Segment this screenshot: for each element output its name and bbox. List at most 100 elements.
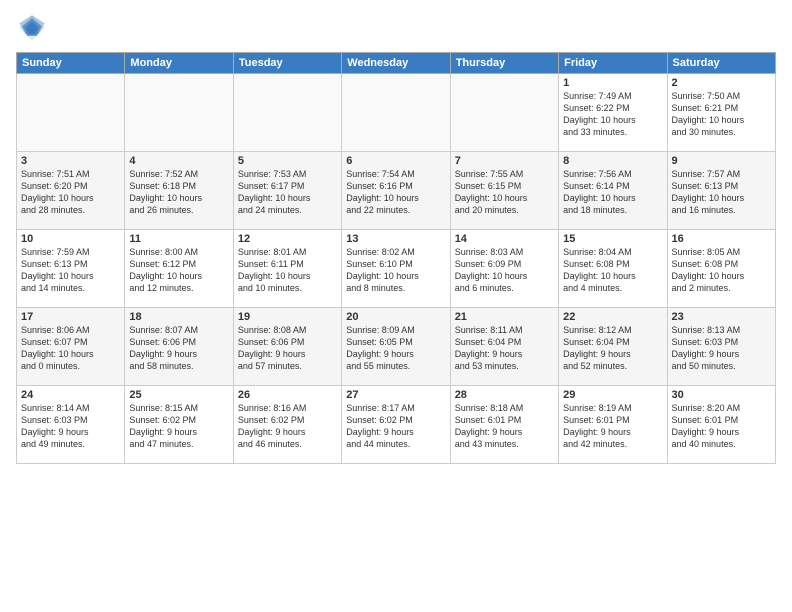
- calendar-cell: 3Sunrise: 7:51 AM Sunset: 6:20 PM Daylig…: [17, 152, 125, 230]
- calendar-row-1: 3Sunrise: 7:51 AM Sunset: 6:20 PM Daylig…: [17, 152, 776, 230]
- calendar-cell: 12Sunrise: 8:01 AM Sunset: 6:11 PM Dayli…: [233, 230, 341, 308]
- day-number: 7: [455, 155, 554, 167]
- calendar-cell: 9Sunrise: 7:57 AM Sunset: 6:13 PM Daylig…: [667, 152, 775, 230]
- day-number: 3: [21, 155, 120, 167]
- day-info: Sunrise: 8:15 AM Sunset: 6:02 PM Dayligh…: [129, 402, 228, 451]
- logo-icon: [16, 12, 48, 44]
- calendar-cell: 2Sunrise: 7:50 AM Sunset: 6:21 PM Daylig…: [667, 74, 775, 152]
- calendar-row-0: 1Sunrise: 7:49 AM Sunset: 6:22 PM Daylig…: [17, 74, 776, 152]
- calendar-cell: 14Sunrise: 8:03 AM Sunset: 6:09 PM Dayli…: [450, 230, 558, 308]
- day-number: 22: [563, 311, 662, 323]
- day-info: Sunrise: 8:05 AM Sunset: 6:08 PM Dayligh…: [672, 246, 771, 295]
- day-number: 2: [672, 77, 771, 89]
- day-info: Sunrise: 7:57 AM Sunset: 6:13 PM Dayligh…: [672, 168, 771, 217]
- calendar-cell: 25Sunrise: 8:15 AM Sunset: 6:02 PM Dayli…: [125, 386, 233, 464]
- calendar-row-4: 24Sunrise: 8:14 AM Sunset: 6:03 PM Dayli…: [17, 386, 776, 464]
- calendar-cell: 29Sunrise: 8:19 AM Sunset: 6:01 PM Dayli…: [559, 386, 667, 464]
- calendar-cell: 6Sunrise: 7:54 AM Sunset: 6:16 PM Daylig…: [342, 152, 450, 230]
- day-info: Sunrise: 8:08 AM Sunset: 6:06 PM Dayligh…: [238, 324, 337, 373]
- day-number: 13: [346, 233, 445, 245]
- day-number: 19: [238, 311, 337, 323]
- day-info: Sunrise: 8:14 AM Sunset: 6:03 PM Dayligh…: [21, 402, 120, 451]
- day-number: 10: [21, 233, 120, 245]
- day-number: 1: [563, 77, 662, 89]
- day-number: 28: [455, 389, 554, 401]
- calendar-row-2: 10Sunrise: 7:59 AM Sunset: 6:13 PM Dayli…: [17, 230, 776, 308]
- day-number: 8: [563, 155, 662, 167]
- day-number: 27: [346, 389, 445, 401]
- day-number: 6: [346, 155, 445, 167]
- calendar-row-3: 17Sunrise: 8:06 AM Sunset: 6:07 PM Dayli…: [17, 308, 776, 386]
- weekday-header-row: SundayMondayTuesdayWednesdayThursdayFrid…: [17, 53, 776, 74]
- day-info: Sunrise: 7:59 AM Sunset: 6:13 PM Dayligh…: [21, 246, 120, 295]
- day-info: Sunrise: 8:19 AM Sunset: 6:01 PM Dayligh…: [563, 402, 662, 451]
- day-info: Sunrise: 8:17 AM Sunset: 6:02 PM Dayligh…: [346, 402, 445, 451]
- day-number: 20: [346, 311, 445, 323]
- day-info: Sunrise: 8:02 AM Sunset: 6:10 PM Dayligh…: [346, 246, 445, 295]
- day-number: 12: [238, 233, 337, 245]
- calendar-cell: [233, 74, 341, 152]
- day-number: 9: [672, 155, 771, 167]
- day-number: 4: [129, 155, 228, 167]
- day-number: 15: [563, 233, 662, 245]
- day-info: Sunrise: 7:50 AM Sunset: 6:21 PM Dayligh…: [672, 90, 771, 139]
- day-info: Sunrise: 8:12 AM Sunset: 6:04 PM Dayligh…: [563, 324, 662, 373]
- day-info: Sunrise: 7:55 AM Sunset: 6:15 PM Dayligh…: [455, 168, 554, 217]
- day-number: 26: [238, 389, 337, 401]
- day-number: 23: [672, 311, 771, 323]
- calendar-cell: 7Sunrise: 7:55 AM Sunset: 6:15 PM Daylig…: [450, 152, 558, 230]
- day-info: Sunrise: 8:00 AM Sunset: 6:12 PM Dayligh…: [129, 246, 228, 295]
- weekday-header-monday: Monday: [125, 53, 233, 74]
- calendar-cell: 19Sunrise: 8:08 AM Sunset: 6:06 PM Dayli…: [233, 308, 341, 386]
- calendar-cell: [450, 74, 558, 152]
- calendar-cell: 30Sunrise: 8:20 AM Sunset: 6:01 PM Dayli…: [667, 386, 775, 464]
- day-info: Sunrise: 8:18 AM Sunset: 6:01 PM Dayligh…: [455, 402, 554, 451]
- calendar-cell: 26Sunrise: 8:16 AM Sunset: 6:02 PM Dayli…: [233, 386, 341, 464]
- calendar-cell: 27Sunrise: 8:17 AM Sunset: 6:02 PM Dayli…: [342, 386, 450, 464]
- weekday-header-sunday: Sunday: [17, 53, 125, 74]
- day-info: Sunrise: 7:49 AM Sunset: 6:22 PM Dayligh…: [563, 90, 662, 139]
- calendar-cell: 8Sunrise: 7:56 AM Sunset: 6:14 PM Daylig…: [559, 152, 667, 230]
- calendar-cell: 28Sunrise: 8:18 AM Sunset: 6:01 PM Dayli…: [450, 386, 558, 464]
- day-number: 21: [455, 311, 554, 323]
- calendar-cell: [17, 74, 125, 152]
- day-number: 17: [21, 311, 120, 323]
- day-info: Sunrise: 7:51 AM Sunset: 6:20 PM Dayligh…: [21, 168, 120, 217]
- weekday-header-friday: Friday: [559, 53, 667, 74]
- calendar-cell: 10Sunrise: 7:59 AM Sunset: 6:13 PM Dayli…: [17, 230, 125, 308]
- calendar-cell: 5Sunrise: 7:53 AM Sunset: 6:17 PM Daylig…: [233, 152, 341, 230]
- day-info: Sunrise: 7:54 AM Sunset: 6:16 PM Dayligh…: [346, 168, 445, 217]
- calendar-cell: 18Sunrise: 8:07 AM Sunset: 6:06 PM Dayli…: [125, 308, 233, 386]
- day-number: 16: [672, 233, 771, 245]
- calendar-cell: 4Sunrise: 7:52 AM Sunset: 6:18 PM Daylig…: [125, 152, 233, 230]
- day-info: Sunrise: 8:03 AM Sunset: 6:09 PM Dayligh…: [455, 246, 554, 295]
- page: SundayMondayTuesdayWednesdayThursdayFrid…: [0, 0, 792, 612]
- weekday-header-saturday: Saturday: [667, 53, 775, 74]
- day-info: Sunrise: 8:07 AM Sunset: 6:06 PM Dayligh…: [129, 324, 228, 373]
- weekday-header-thursday: Thursday: [450, 53, 558, 74]
- calendar-cell: 22Sunrise: 8:12 AM Sunset: 6:04 PM Dayli…: [559, 308, 667, 386]
- weekday-header-wednesday: Wednesday: [342, 53, 450, 74]
- day-info: Sunrise: 8:13 AM Sunset: 6:03 PM Dayligh…: [672, 324, 771, 373]
- calendar-cell: [125, 74, 233, 152]
- day-info: Sunrise: 7:56 AM Sunset: 6:14 PM Dayligh…: [563, 168, 662, 217]
- day-number: 5: [238, 155, 337, 167]
- day-number: 14: [455, 233, 554, 245]
- day-info: Sunrise: 8:06 AM Sunset: 6:07 PM Dayligh…: [21, 324, 120, 373]
- header-area: [16, 12, 776, 44]
- day-number: 18: [129, 311, 228, 323]
- day-number: 24: [21, 389, 120, 401]
- day-info: Sunrise: 8:01 AM Sunset: 6:11 PM Dayligh…: [238, 246, 337, 295]
- weekday-header-tuesday: Tuesday: [233, 53, 341, 74]
- calendar-cell: 11Sunrise: 8:00 AM Sunset: 6:12 PM Dayli…: [125, 230, 233, 308]
- day-number: 25: [129, 389, 228, 401]
- day-info: Sunrise: 8:11 AM Sunset: 6:04 PM Dayligh…: [455, 324, 554, 373]
- calendar-cell: 15Sunrise: 8:04 AM Sunset: 6:08 PM Dayli…: [559, 230, 667, 308]
- day-info: Sunrise: 8:16 AM Sunset: 6:02 PM Dayligh…: [238, 402, 337, 451]
- calendar-cell: 20Sunrise: 8:09 AM Sunset: 6:05 PM Dayli…: [342, 308, 450, 386]
- calendar-cell: 24Sunrise: 8:14 AM Sunset: 6:03 PM Dayli…: [17, 386, 125, 464]
- calendar-cell: 13Sunrise: 8:02 AM Sunset: 6:10 PM Dayli…: [342, 230, 450, 308]
- day-number: 29: [563, 389, 662, 401]
- day-info: Sunrise: 8:20 AM Sunset: 6:01 PM Dayligh…: [672, 402, 771, 451]
- calendar-cell: 21Sunrise: 8:11 AM Sunset: 6:04 PM Dayli…: [450, 308, 558, 386]
